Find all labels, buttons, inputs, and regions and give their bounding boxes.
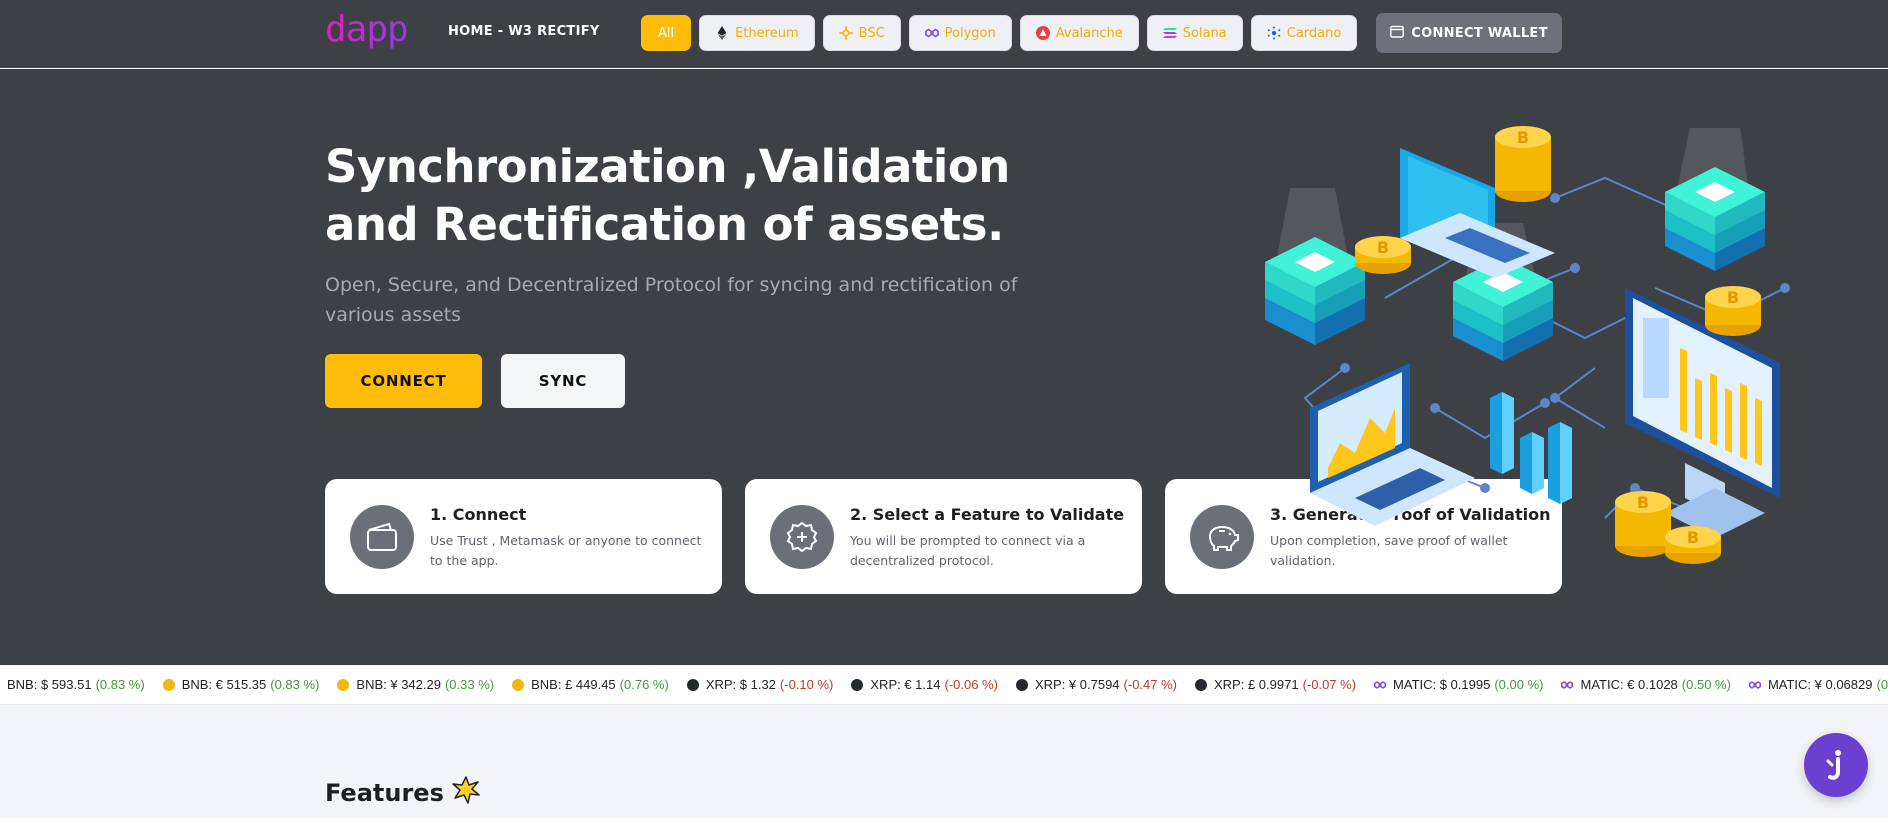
bnb-coin-icon <box>512 678 525 691</box>
ethereum-icon <box>715 26 729 40</box>
chain-chip-polygon[interactable]: Polygon <box>908 15 1012 51</box>
wallet-icon <box>1390 25 1405 42</box>
ticker-price: BNB: $ 593.51 <box>7 677 92 692</box>
chain-chip-ethereum[interactable]: Ethereum <box>699 15 815 51</box>
badge-plus-icon <box>770 505 834 569</box>
features-title: Features <box>325 779 444 807</box>
chat-logo-icon <box>1826 750 1841 780</box>
avalanche-icon <box>1035 26 1050 40</box>
chain-chip-cardano[interactable]: Cardano <box>1250 15 1358 51</box>
blockchain-network-illustration: B B B B B <box>1265 126 1790 564</box>
ticker-item: MATIC: $ 0.1995 (0.00 %) <box>1374 677 1543 692</box>
svg-text:B: B <box>1687 528 1699 547</box>
matic-coin-icon <box>1748 679 1761 691</box>
dapp-logo[interactable]: dapp <box>325 10 420 54</box>
ticker-price: XRP: € 1.14 <box>870 677 941 692</box>
features-heading: Features <box>325 776 480 810</box>
wallet-button-label: CONNECT WALLET <box>1411 25 1548 41</box>
ticker-item: XRP: $ 1.32 (-0.10 %) <box>686 677 834 692</box>
xrp-coin-icon <box>686 678 699 691</box>
svg-text:B: B <box>1637 493 1649 512</box>
ticker-item: XRP: £ 0.9971 (-0.07 %) <box>1195 677 1356 692</box>
ticker-change: (0.76 %) <box>619 677 669 692</box>
chip-label: Ethereum <box>735 25 799 41</box>
step-card-select-feature: 2. Select a Feature to Validate You will… <box>745 479 1142 594</box>
step-title: 2. Select a Feature to Validate <box>850 505 1125 524</box>
svg-text:B: B <box>1727 288 1739 307</box>
ticker-price: MATIC: € 0.1028 <box>1580 677 1678 692</box>
ticker-change: (0.33 %) <box>444 677 495 692</box>
matic-coin-icon <box>1374 679 1387 691</box>
solana-icon <box>1162 26 1177 40</box>
polygon-icon <box>924 26 939 40</box>
ticker-price: BNB: € 515.35 <box>181 677 267 692</box>
connect-button[interactable]: CONNECT <box>325 354 482 408</box>
ticker-change: (-0.47 %) <box>1123 677 1177 692</box>
ticker-price: XRP: £ 0.9971 <box>1214 677 1299 692</box>
xrp-coin-icon <box>1015 678 1028 691</box>
connect-wallet-button[interactable]: CONNECT WALLET <box>1376 13 1562 53</box>
ticker-change: (-0.07 %) <box>1302 677 1357 692</box>
chip-label: All <box>658 25 675 41</box>
chain-chip-bsc[interactable]: BSC <box>822 15 901 51</box>
ticker-track: BNB: $ 593.51 (0.83 %) BNB: € 515.35 (0.83 … <box>0 677 1888 692</box>
ticker-item: BNB: ¥ 342.29 (0.33 %) <box>337 677 494 692</box>
step-description: You will be prompted to connect via a de… <box>850 533 1086 568</box>
ticker-change: (-0.10 %) <box>779 677 834 692</box>
svg-text:B: B <box>1377 238 1389 257</box>
chip-label: Cardano <box>1286 25 1342 41</box>
chain-filter: All Ethereum BSC Polygon Avalanche Solan… <box>641 15 1358 51</box>
matic-coin-icon <box>1561 679 1574 691</box>
chain-chip-all[interactable]: All <box>641 15 692 51</box>
wallet-icon <box>350 505 414 569</box>
chat-widget-button[interactable] <box>1804 733 1868 797</box>
hero-subtitle: Open, Secure, and Decentralized Protocol… <box>325 274 1018 326</box>
bnb-icon <box>838 26 853 40</box>
price-ticker: BNB: $ 593.51 (0.83 %) BNB: € 515.35 (0.83 … <box>0 666 1888 705</box>
ticker-change: (0.50 %) <box>1681 677 1731 692</box>
ticker-item: BNB: £ 449.45 (0.76 %) <box>512 677 669 692</box>
chip-label: Avalanche <box>1055 25 1123 41</box>
ticker-price: MATIC: $ 0.1995 <box>1393 677 1491 692</box>
ticker-item: MATIC: ¥ 0.06829(0.00 %) <box>1748 677 1888 692</box>
logo-text: dapp <box>325 10 408 50</box>
hero-title: Synchronization ,Validation and Rectific… <box>325 140 1010 251</box>
home-link[interactable]: HOME - W3 RECTIFY <box>448 24 600 39</box>
ticker-change: (0.83 %) <box>95 677 145 692</box>
xrp-coin-icon <box>1195 678 1207 691</box>
xrp-coin-icon <box>851 678 864 691</box>
ticker-price: BNB: £ 449.45 <box>531 677 616 692</box>
step-title: 1. Connect <box>430 505 527 524</box>
ticker-price: XRP: $ 1.32 <box>705 677 776 692</box>
ticker-price: XRP: ¥ 0.7594 <box>1034 677 1120 692</box>
ticker-item: XRP: € 1.14 (-0.06 %) <box>851 677 998 692</box>
ticker-change: (0.00 %) <box>1876 677 1888 692</box>
step-card-connect: 1. Connect Use Trust , Metamask or anyon… <box>325 479 722 594</box>
top-navbar: dapp HOME - W3 RECTIFY All Ethereum BSC … <box>0 0 1888 68</box>
ticker-price: BNB: ¥ 342.29 <box>356 677 441 692</box>
chip-label: Polygon <box>944 25 996 41</box>
step-description: Use Trust , Metamask or anyone to connec… <box>430 533 702 568</box>
bnb-coin-icon <box>162 678 175 691</box>
ticker-item: BNB: $ 593.51 (0.83 %) <box>0 677 145 692</box>
ticker-price: MATIC: ¥ 0.06829 <box>1767 677 1873 692</box>
ticker-item: BNB: € 515.35 (0.83 %) <box>162 677 320 692</box>
ticker-item: MATIC: € 0.1028 (0.50 %) <box>1561 677 1731 692</box>
ticker-item: XRP: ¥ 0.7594 (-0.47 %) <box>1015 677 1177 692</box>
chain-chip-avalanche[interactable]: Avalanche <box>1019 15 1139 51</box>
ticker-change: (0.00 %) <box>1494 677 1544 692</box>
ticker-change: (-0.06 %) <box>944 677 998 692</box>
chain-chip-solana[interactable]: Solana <box>1146 15 1243 51</box>
chip-label: Solana <box>1182 25 1227 41</box>
sparkle-icon <box>452 776 480 810</box>
svg-text:B: B <box>1517 128 1529 147</box>
bnb-coin-icon <box>337 678 350 691</box>
sync-button[interactable]: SYNC <box>501 354 625 408</box>
chip-label: BSC <box>858 25 885 41</box>
ticker-change: (0.83 %) <box>270 677 320 692</box>
cardano-icon <box>1267 26 1281 40</box>
